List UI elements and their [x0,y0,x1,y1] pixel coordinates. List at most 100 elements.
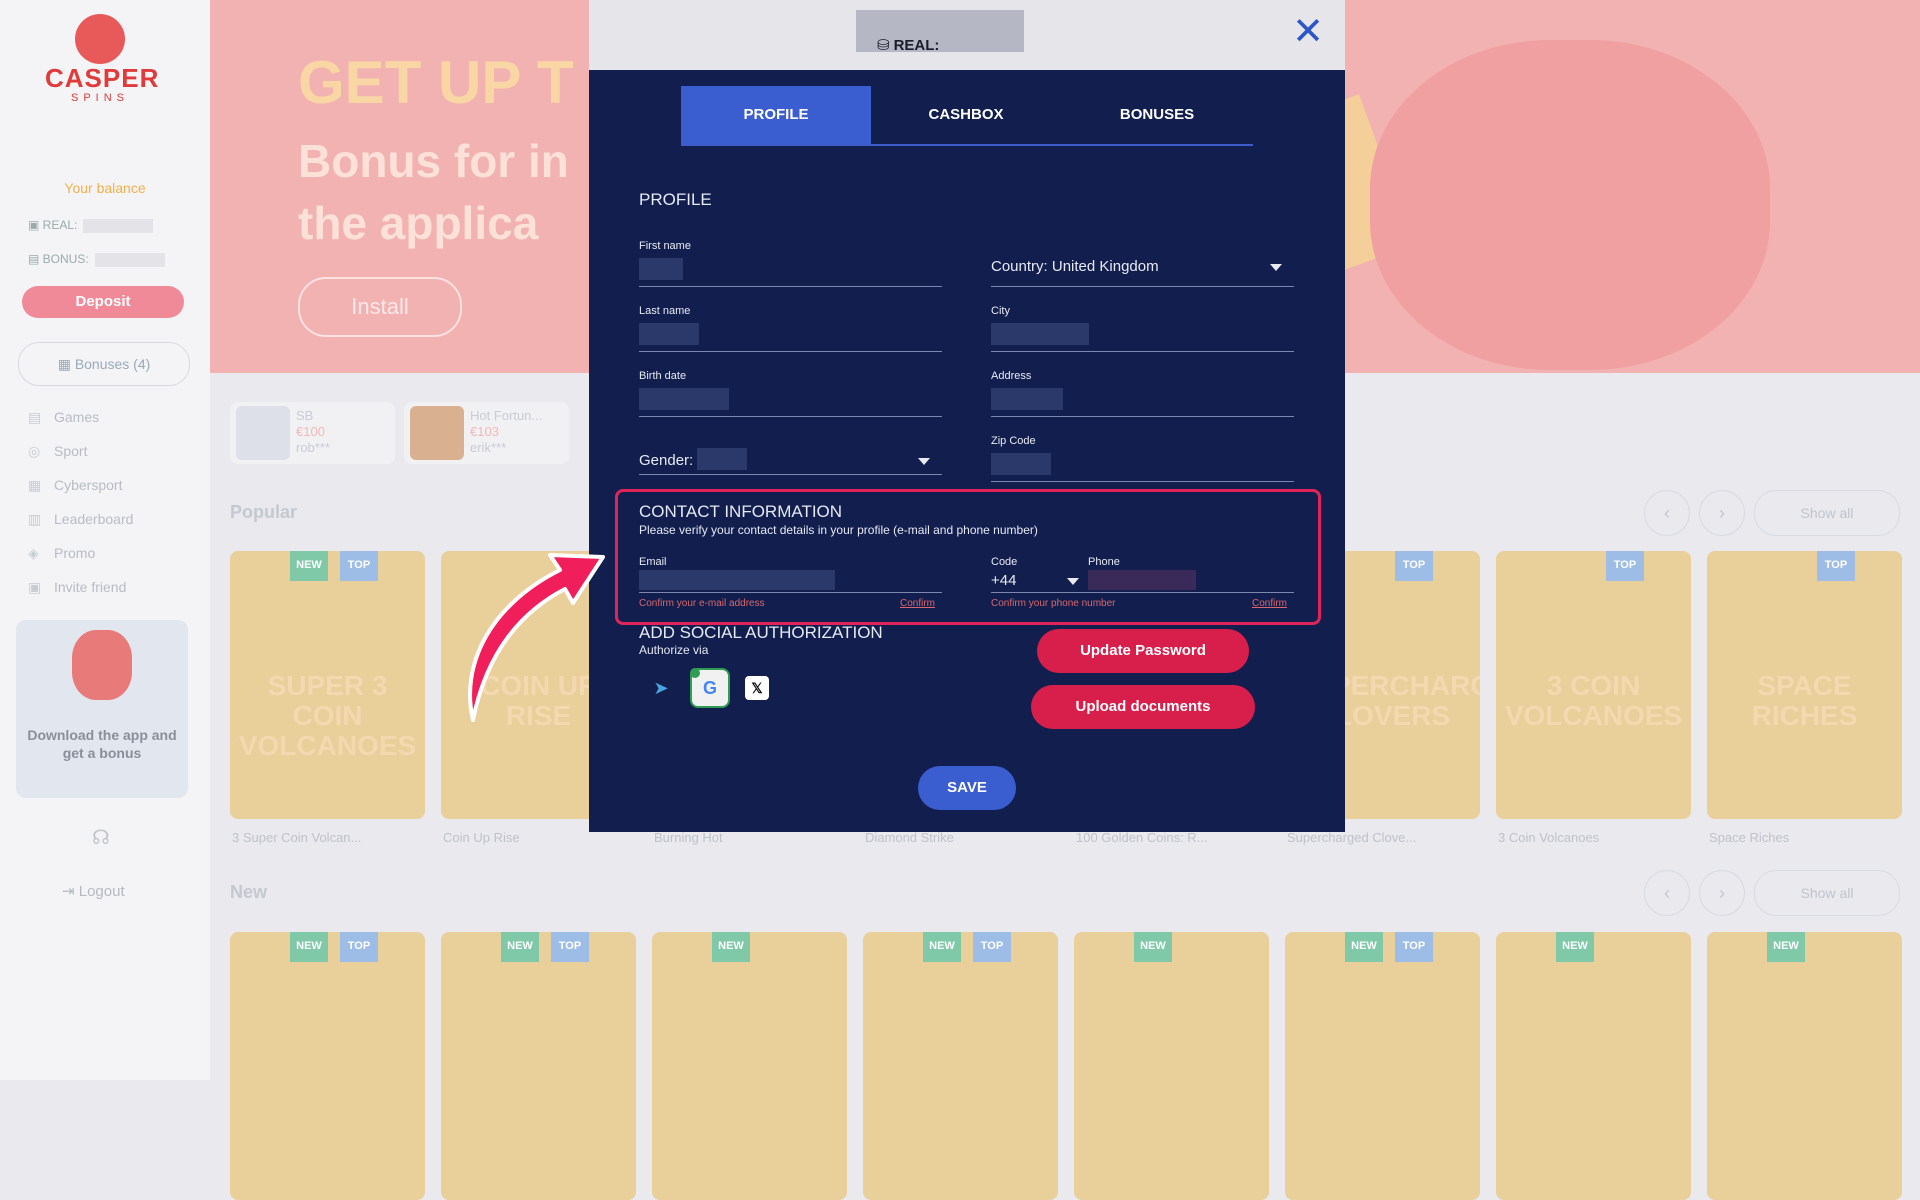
tab-bonuses[interactable]: BONUSES [1062,86,1252,144]
top-badge: TOP [1395,932,1433,962]
cybersport-icon: ▦ [28,477,42,493]
telegram-icon[interactable]: ➤ [642,669,680,707]
chevron-down-icon [1067,578,1079,585]
confirm-email-link[interactable]: Confirm [900,598,935,609]
contact-section-subtitle: Please verify your contact details in yo… [639,523,1038,537]
game-card[interactable]: NEW [1707,932,1902,1200]
game-card[interactable]: TOP 3 COIN VOLCANOES [1496,551,1691,819]
close-icon[interactable]: ✕ [1291,13,1325,51]
casper-spins-logo[interactable]: CASPER SPINS [45,10,158,110]
install-button[interactable]: Install [298,277,462,337]
game-title[interactable]: Supercharged Clove... [1287,830,1482,845]
zip-code-field[interactable]: Zip Code [991,435,1294,482]
first-name-label: First name [639,240,691,252]
next-arrow-button[interactable]: › [1699,870,1745,916]
sidebar-item-games[interactable]: ▤ Games [28,409,99,426]
prev-arrow-button[interactable]: ‹ [1644,490,1690,536]
game-title[interactable]: Space Riches [1709,830,1904,845]
new-badge: NEW [1556,932,1594,962]
save-button[interactable]: SAVE [918,766,1016,810]
game-card[interactable]: NEW [1496,932,1691,1200]
birth-date-field[interactable]: Birth date [639,370,942,417]
update-password-button[interactable]: Update Password [1037,629,1249,673]
winner-game: Hot Fortun... [470,408,543,423]
winner-user: rob*** [296,440,330,455]
mascot-image [72,630,132,700]
tab-profile[interactable]: PROFILE [681,86,871,144]
game-card[interactable]: TOP SPACE RICHES [1707,551,1902,819]
country-select[interactable]: Country: United Kingdom [991,240,1294,287]
game-card[interactable]: NEW TOP [1285,932,1480,1200]
logout-button[interactable]: ⇥ Logout [62,882,125,900]
logout-icon: ⇥ [62,883,79,900]
deposit-button[interactable]: Deposit [22,286,184,318]
sidebar-item-promo[interactable]: ◈ Promo [28,545,95,562]
email-field[interactable] [639,570,835,590]
zip-code-label: Zip Code [991,435,1036,447]
first-name-field[interactable]: First name [639,240,942,287]
winner-card[interactable]: SB €100 rob*** [230,402,395,464]
phone-field[interactable] [1088,570,1196,590]
game-title[interactable]: Coin Up Rise [443,830,638,845]
sidebar-item-sport[interactable]: ◎ Sport [28,443,87,460]
x-icon[interactable]: 𝕏 [745,676,769,700]
last-name-value [639,323,699,345]
game-title[interactable]: Diamond Strike [865,830,1060,845]
social-auth-title: ADD SOCIAL AUTHORIZATION [639,623,883,642]
brand-sub: SPINS [70,92,129,104]
chevron-down-icon [918,458,930,465]
tab-cashbox[interactable]: CASHBOX [871,86,1061,144]
game-card[interactable]: NEW [652,932,847,1200]
game-card[interactable]: NEW TOP [863,932,1058,1200]
last-name-field[interactable]: Last name [639,305,942,352]
sidebar-item-leaderboard[interactable]: ▥ Leaderboard [28,511,133,528]
next-arrow-button[interactable]: › [1699,490,1745,536]
winner-thumb [410,406,464,460]
chevron-right-icon: › [1719,883,1725,903]
confirm-phone-link[interactable]: Confirm [1252,598,1287,609]
city-field[interactable]: City [991,305,1294,352]
bonuses-button[interactable]: ▦ Bonuses (4) [18,342,190,386]
game-card[interactable]: NEW TOP [441,932,636,1200]
game-card[interactable]: NEW [1074,932,1269,1200]
birth-date-value [639,388,729,410]
connected-dot [690,668,700,678]
game-card[interactable]: NEW TOP SUPER 3 COIN VOLCANOES [230,551,425,819]
sidebar-item-invite-friend[interactable]: ▣ Invite friend [28,579,126,596]
game-art-title: 3 COIN VOLCANOES [1504,670,1683,731]
top-badge: TOP [1395,551,1433,581]
upload-documents-button[interactable]: Upload documents [1031,685,1255,729]
new-badge: NEW [1767,932,1805,962]
city-value [991,323,1089,345]
winner-card[interactable]: Hot Fortun... €103 erik*** [404,402,569,464]
game-art-title: SUPER 3 COIN VOLCANOES [238,670,417,761]
show-all-new-button[interactable]: Show all [1754,870,1900,916]
address-field[interactable]: Address [991,370,1294,417]
annotation-arrow-icon [468,553,605,722]
app-promo-card[interactable]: Download the app and get a bonus [16,620,188,798]
real-balance-label: ⛁ REAL: [877,37,940,54]
phone-code-select[interactable]: +44 [991,572,1016,589]
phone-label: Phone [1088,556,1120,568]
game-title[interactable]: Burning Hot [654,830,849,845]
game-title[interactable]: 3 Super Coin Volcan... [232,830,427,845]
support-headset-icon[interactable]: ☊ [92,825,110,850]
bonus-balance: ▤ BONUS: [28,252,165,267]
top-badge: TOP [973,932,1011,962]
social-auth-subtitle: Authorize via [639,643,709,657]
show-all-popular-button[interactable]: Show all [1754,490,1900,536]
sport-icon: ◎ [28,443,41,459]
game-title[interactable]: 100 Golden Coins: R... [1076,830,1271,845]
google-icon[interactable]: G [690,668,730,708]
email-underline [639,592,942,593]
new-badge: NEW [290,551,328,581]
modal-tabs: PROFILE CASHBOX BONUSES [681,86,1253,146]
modal-header: ⛁ REAL: ✕ [589,0,1345,70]
new-section-title: New [230,882,268,902]
sidebar: CASPER SPINS Your balance ▣ REAL: ▤ BONU… [0,0,210,1080]
prev-arrow-button[interactable]: ‹ [1644,870,1690,916]
gender-select[interactable]: Gender: [639,428,942,475]
game-title[interactable]: 3 Coin Volcanoes [1498,830,1693,845]
sidebar-item-cybersport[interactable]: ▦ Cybersport [28,477,122,494]
game-card[interactable]: NEW TOP [230,932,425,1200]
